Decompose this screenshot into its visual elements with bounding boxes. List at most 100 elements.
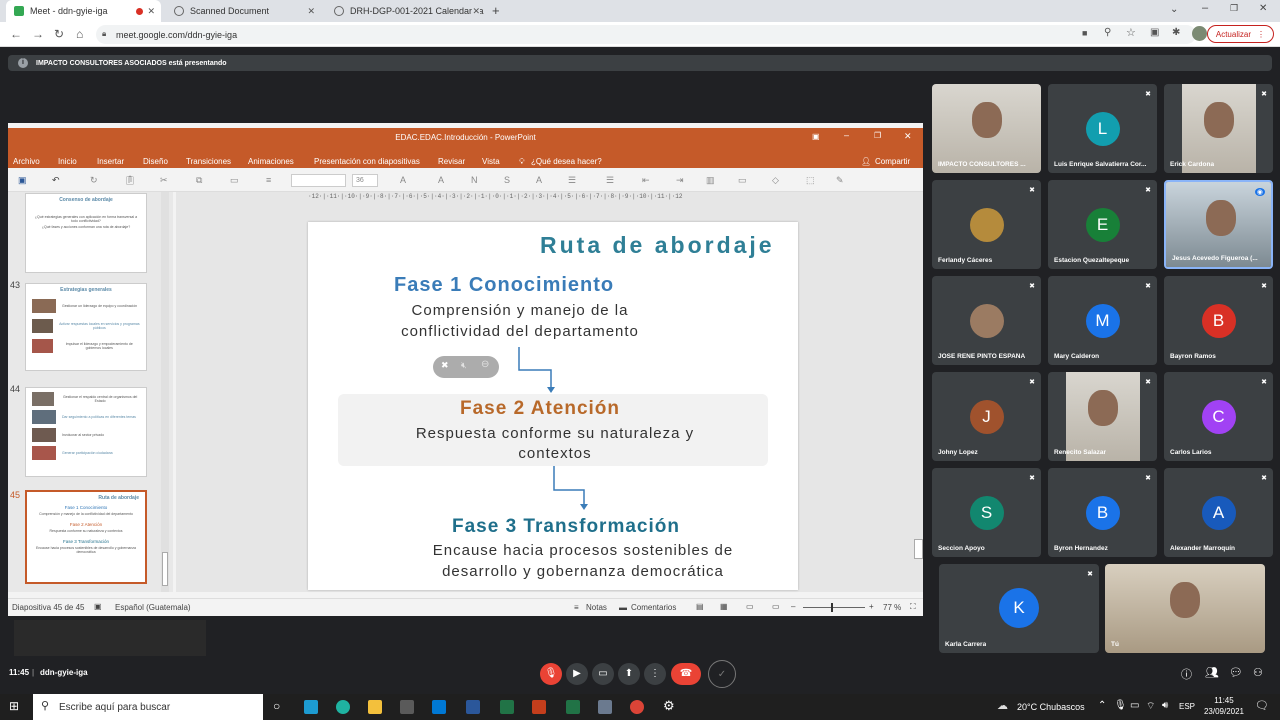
participant-tile[interactable]: IMPACTO CONSULTORES ... [932,84,1041,173]
paste-icon[interactable]: 📋︎ [124,175,135,186]
fit-slide-icon[interactable]: ⛶ [910,602,916,612]
menu-inicio[interactable]: Inicio [58,157,77,166]
pin-icon[interactable]: ✖ [441,360,449,371]
layout-icon[interactable]: ▭ [230,175,239,186]
zoom-slider[interactable] [803,603,865,612]
tab-meet[interactable]: Meet - ddn-gyie-iga ✕ [6,0,161,22]
update-button[interactable]: Actualizar ⋮ [1206,25,1274,43]
decrease-font-icon[interactable]: A [438,175,444,185]
slide-thumbnail[interactable]: Consenso de abordaje ¿Qué estrategias ge… [25,193,147,273]
minimize-button[interactable]: – [1202,2,1208,14]
participant-tile[interactable]: M ✖ Mary Calderon [1048,276,1157,365]
bookmark-star-icon[interactable]: ☆ [1126,26,1136,39]
indent-icon[interactable]: ⇤ [642,175,650,186]
language-status[interactable]: Español (Guatemala) [115,603,191,612]
settings-gear-icon[interactable]: ⚙ [663,698,675,714]
font-family-select[interactable] [291,174,346,187]
participant-tile[interactable]: ✖ Renecito Salazar [1048,372,1157,461]
participant-tile[interactable]: ◉ Jesus Acevedo Figueroa (... [1164,180,1273,269]
font-size-select[interactable]: 36 [352,174,378,187]
reading-view-icon[interactable]: ▭ [746,602,754,611]
draw-icon[interactable]: ✎ [836,175,844,186]
language-indicator[interactable]: ESP [1179,702,1195,711]
edge-icon[interactable] [336,700,350,714]
word-icon[interactable] [466,700,480,714]
participant-tile[interactable]: Tú [1105,564,1265,653]
chat-icon[interactable]: 💬︎ [1229,666,1243,679]
undo-icon[interactable]: ↶ [52,175,60,186]
clock-time[interactable]: 11:45 [1202,696,1246,705]
store-icon[interactable] [400,700,414,714]
menu-diseno[interactable]: Diseño [143,157,168,166]
participant-tile[interactable]: B ✖ Byron Hernandez [1048,468,1157,557]
new-tab-button[interactable]: + [492,3,500,18]
comments-button[interactable]: Comentarios [631,603,676,612]
notifications-icon[interactable]: 🗨︎ [1255,699,1269,712]
tab-calendario[interactable]: DRH-DGP-001-2021 Calendariza ✕ [326,0,486,22]
tell-me-search[interactable]: ¿Qué desea hacer? [531,157,602,166]
zoom-out-button[interactable]: – [791,602,795,611]
arrange-icon[interactable]: ⬚ [806,175,815,186]
zoom-icon[interactable]: ⚲ [1104,27,1111,38]
zoom-slider-thumb[interactable] [831,603,833,612]
mail-icon[interactable] [432,700,446,714]
home-icon[interactable]: ⌂ [76,27,83,41]
back-icon[interactable]: ← [10,27,22,41]
participant-tile[interactable]: B ✖ Bayron Ramos [1164,276,1273,365]
captions-button[interactable]: ▭ [592,663,614,685]
participant-tile[interactable]: L ✖ Luis Enrique Salvatierra Cor... [1048,84,1157,173]
outdent-icon[interactable]: ⇥ [676,175,684,186]
remove-icon[interactable]: ⊖ [481,359,489,370]
tab-search-icon[interactable]: ⌄ [1170,4,1178,15]
align-icon[interactable]: ≡ [266,175,271,185]
font-color-icon[interactable]: A [536,175,542,185]
scroll-thumb[interactable] [162,552,168,586]
clock-date[interactable]: 23/09/2021 [1198,707,1250,716]
bold-icon[interactable]: N [471,175,478,185]
forward-icon[interactable]: → [32,27,44,41]
weather-text[interactable]: 20°C Chubascos [1017,702,1085,712]
participant-tile[interactable]: C ✖ Carlos Larios [1164,372,1273,461]
text-box-icon[interactable]: ▭ [738,175,747,186]
menu-archivo[interactable]: Archivo [13,157,40,166]
menu-presentacion[interactable]: Presentación con diapositivas [314,157,420,166]
redo-icon[interactable]: ↻ [90,175,98,186]
excel-icon[interactable] [500,700,514,714]
columns-icon[interactable]: ▥ [706,175,715,186]
tab-scanned-document[interactable]: Scanned Document ✕ [166,0,321,22]
file-explorer-icon[interactable] [368,700,382,714]
activities-icon[interactable]: ⚇ [1253,666,1263,679]
cut-icon[interactable]: ✂ [160,175,168,186]
bullets-icon[interactable]: ☰ [568,175,576,186]
participant-tile[interactable]: ✖ Ferlandy Cáceres [932,180,1041,269]
spellcheck-icon[interactable]: ▣ [94,602,102,611]
mute-icon[interactable]: 🔇︎ [461,360,467,371]
close-window-button[interactable]: ✕ [1259,3,1267,14]
slide-thumbnail[interactable]: Gestionar el respaldo central de organis… [25,387,147,477]
shadow-icon[interactable]: S [504,175,510,185]
task-view-icon[interactable]: ○ [273,699,280,713]
windows-start-icon[interactable]: ⊞ [9,699,19,713]
scroll-thumb[interactable] [914,539,923,559]
tray-volume-icon[interactable]: 🔊︎ [1162,700,1168,711]
participant-tile[interactable]: ✖ JOSE RENE PINTO ESPAÑA [932,276,1041,365]
menu-vista[interactable]: Vista [482,157,500,166]
participant-tile[interactable]: J ✖ Johny Lopez [932,372,1041,461]
numbering-icon[interactable]: ☰ [606,175,614,186]
slide-thumbnail[interactable]: Estrategias generales Gestionar un lider… [25,283,147,371]
tray-network-icon[interactable]: ▭ [1130,700,1139,711]
camera-toggle-button[interactable]: ▶ [566,663,588,685]
notes-button[interactable]: Notas [586,603,607,612]
close-tab-icon[interactable]: ✕ [472,5,480,17]
increase-font-icon[interactable]: A [400,175,406,185]
ppt-close-icon[interactable]: ✕ [904,131,912,142]
powerpoint-icon[interactable] [532,700,546,714]
slide-thumbnail-selected[interactable]: Ruta de abordaje Fase 1 Conocimiento Com… [25,490,147,584]
normal-view-icon[interactable]: ▤ [696,602,704,611]
copy-icon[interactable]: ⧉ [196,175,202,186]
close-tab-icon[interactable]: ✕ [147,6,155,17]
current-slide[interactable]: Ruta de abordaje Fase 1 Conocimiento Com… [308,222,798,590]
present-button[interactable]: ⬆ [618,663,640,685]
restore-button[interactable]: ❐ [1230,3,1238,14]
camera-app-icon[interactable] [598,700,612,714]
